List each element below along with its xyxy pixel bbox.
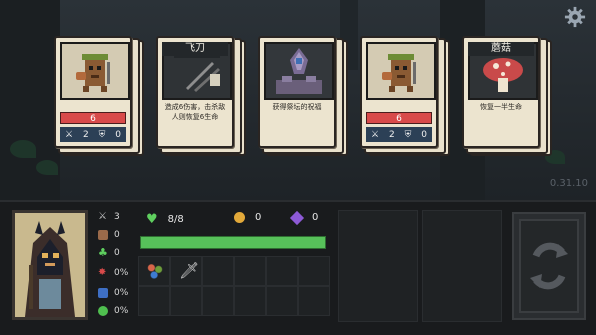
card-description: 获得祭坛的祝福	[264, 102, 330, 112]
stat-crit: ✸ 0%	[98, 267, 129, 279]
flying-knives-card[interactable]: 飞刀 造成6伤害，击杀敌 人则恢复6生命	[156, 36, 246, 156]
shield-icon: ⛨	[404, 129, 412, 140]
heart-icon: ♥	[146, 212, 158, 227]
enemy-stats: ⚔ 2 ⛨ 0	[366, 127, 432, 142]
inventory-slot[interactable]	[138, 286, 170, 316]
inventory-slot[interactable]	[234, 286, 266, 316]
heal-value: 0%	[114, 306, 129, 316]
inventory-slot[interactable]	[298, 256, 330, 286]
refresh-icon	[519, 219, 579, 313]
gem-value: 0	[312, 212, 319, 223]
stat-dodge: 0%	[98, 288, 128, 298]
sword-icon: ⚔	[370, 129, 380, 140]
enemy-attack: 2	[82, 129, 89, 140]
sword-icon: ⚔	[98, 211, 107, 222]
card-desc-line: 人则恢复6生命	[171, 113, 219, 121]
card-description: 恢复一半生命	[468, 102, 534, 112]
shield-icon: ⛨	[98, 129, 106, 140]
inventory-slot[interactable]	[138, 256, 170, 286]
equipment-slot[interactable]	[422, 210, 502, 322]
hp-text: 8/8	[167, 214, 184, 225]
enemy-defense: 0	[421, 129, 428, 140]
tree-stump-creature-art	[60, 42, 130, 100]
card-desc-line: 恢复一半生命	[480, 103, 522, 111]
card-desc-line: 造成6伤害，击杀敌	[164, 103, 226, 111]
defense-value: 0	[114, 230, 120, 240]
stat-luck: ♣ 0	[98, 246, 120, 259]
card-face: 获得祭坛的祝福	[258, 36, 336, 148]
enemy-hp-bar: 6	[60, 112, 126, 124]
leaf	[36, 160, 58, 175]
tree-stump-creature-art	[366, 42, 436, 100]
hp-bar	[140, 236, 326, 249]
hp-readout: ♥ 8/8	[146, 212, 184, 227]
leaf	[10, 140, 36, 158]
equipment-slot[interactable]	[338, 210, 418, 322]
shield-icon	[98, 230, 108, 240]
inventory-slot[interactable]	[202, 256, 234, 286]
enemy-attack: 2	[388, 129, 395, 140]
card-desc-line: 获得祭坛的祝福	[272, 103, 322, 111]
stat-attack: ⚔ 3	[98, 211, 120, 223]
inventory-slot[interactable]	[266, 256, 298, 286]
card-title: 飞刀	[162, 42, 228, 56]
inventory-slot[interactable]	[170, 286, 202, 316]
inventory-slot[interactable]	[266, 286, 298, 316]
inventory-slot[interactable]	[202, 286, 234, 316]
inventory-slot[interactable]	[234, 256, 266, 286]
gem-readout: 0	[289, 210, 319, 225]
inventory-slot[interactable]: 🗡	[170, 256, 202, 286]
attack-value: 3	[114, 212, 120, 222]
enemy-defense: 0	[115, 129, 122, 140]
gem-icon	[289, 210, 305, 225]
card-title: 蘑菇	[468, 42, 534, 56]
sword-icon: ⚔	[64, 129, 74, 140]
dagger-icon: 🗡	[179, 261, 200, 280]
luck-value: 0	[114, 248, 120, 258]
player-portrait	[12, 210, 88, 320]
boot-icon	[98, 288, 108, 298]
enemy-stats: ⚔ 2 ⛨ 0	[60, 127, 126, 142]
enemy-hp-bar: 6	[366, 112, 432, 124]
gold-readout: 0	[234, 212, 261, 223]
crit-icon: ✸	[98, 267, 107, 278]
card-face: 6 ⚔ 2 ⛨ 0	[54, 36, 132, 148]
clover-icon: ♣	[98, 246, 108, 259]
version-label: 0.31.10	[549, 178, 588, 189]
gold-value: 0	[255, 212, 262, 223]
card-face: 蘑菇 恢复一半生命	[462, 36, 540, 148]
card-face: 6 ⚔ 2 ⛨ 0	[360, 36, 438, 148]
deck-swap-button[interactable]	[512, 212, 586, 320]
enemy-card[interactable]: 6 ⚔ 2 ⛨ 0	[54, 36, 144, 156]
enemy-card[interactable]: 6 ⚔ 2 ⛨ 0	[360, 36, 450, 156]
inventory-slot[interactable]	[298, 286, 330, 316]
altar-card[interactable]: 获得祭坛的祝福	[258, 36, 348, 156]
gear-icon[interactable]	[564, 6, 586, 28]
heal-icon	[98, 306, 108, 316]
stat-heal: 0%	[98, 306, 128, 316]
coin-icon	[234, 212, 245, 223]
mushroom-card[interactable]: 蘑菇 恢复一半生命	[462, 36, 552, 156]
crit-value: 0%	[114, 268, 129, 278]
card-description: 造成6伤害，击杀敌 人则恢复6生命	[162, 102, 228, 122]
stat-defense: 0	[98, 230, 120, 240]
card-face: 飞刀 造成6伤害，击杀敌 人则恢复6生命	[156, 36, 234, 148]
dodge-value: 0%	[114, 288, 129, 298]
berry-cluster-icon	[146, 263, 164, 279]
purple-crystal-altar-art	[264, 42, 334, 100]
